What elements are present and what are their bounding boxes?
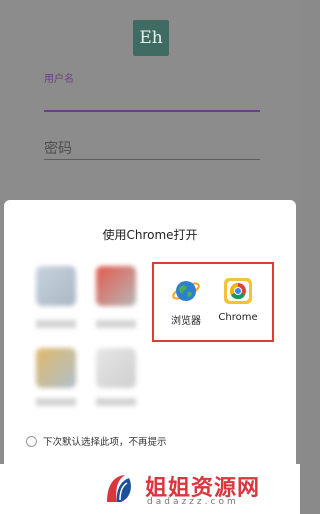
browser-option-label: 浏览器 [171, 316, 201, 327]
watermark-footer: 姐姐资源网 dadazzz.com [0, 464, 300, 514]
remember-choice-radio[interactable] [26, 435, 37, 447]
blurred-app-label [96, 398, 136, 406]
blurred-app-label [96, 320, 136, 328]
open-with-sheet: 使用Chrome打开 浏览器 Chrome 下次默认选择此项，不再提示 [4, 200, 296, 464]
chrome-option-label: Chrome [218, 312, 258, 323]
globe-browser-icon [171, 276, 201, 306]
chrome-option[interactable]: Chrome [210, 276, 266, 323]
blurred-app-icon[interactable] [96, 266, 136, 306]
remember-choice-row[interactable]: 下次默认选择此项，不再提示 [26, 434, 167, 448]
app-logo: Eh [133, 20, 169, 56]
sheet-title: 使用Chrome打开 [102, 228, 198, 242]
browser-option[interactable]: 浏览器 [158, 276, 214, 327]
watermark-url: dadazzz.com [147, 497, 239, 507]
watermark-logo-icon [107, 475, 131, 502]
remember-choice-label: 下次默认选择此项，不再提示 [43, 437, 167, 448]
username-field-underline[interactable] [44, 110, 260, 112]
password-field[interactable]: 密码 [44, 138, 72, 158]
blurred-app-icon[interactable] [36, 348, 76, 388]
blurred-app-icon[interactable] [36, 266, 76, 306]
chrome-icon [223, 276, 253, 306]
username-label: 用户名 [44, 74, 74, 85]
blurred-app-icon[interactable] [96, 348, 136, 388]
blurred-app-label [36, 320, 76, 328]
blurred-app-label [36, 398, 76, 406]
password-field-underline [44, 159, 260, 160]
